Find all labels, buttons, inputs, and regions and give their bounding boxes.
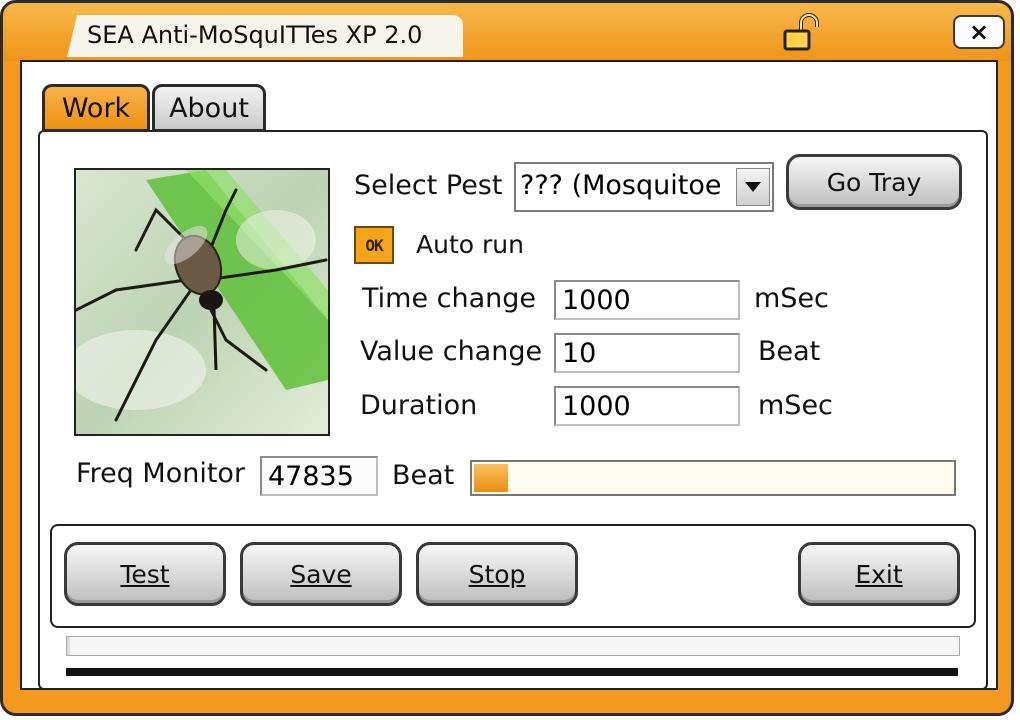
freq-monitor-label: Freq Monitor	[76, 458, 246, 489]
tab-about[interactable]: About	[152, 84, 266, 132]
test-button[interactable]: Test	[64, 542, 226, 606]
bottom-divider	[66, 668, 958, 676]
pest-select[interactable]: ??? (Mosquitoe	[514, 162, 774, 212]
value-change-unit: Beat	[758, 336, 821, 367]
duration-field[interactable]: 1000	[554, 386, 740, 426]
freq-monitor-bar-fill	[474, 464, 508, 492]
chevron-down-icon[interactable]	[736, 168, 770, 206]
window-title: SEA Anti-MoSquITTes XP 2.0	[87, 21, 423, 49]
bottom-progress-fill	[67, 637, 70, 655]
bottom-progress-bar	[66, 636, 960, 656]
tab-work[interactable]: Work	[42, 84, 150, 132]
exit-button[interactable]: Exit	[798, 542, 960, 606]
freq-monitor-bar	[470, 460, 956, 496]
close-icon: ×	[968, 18, 990, 46]
lock-icon[interactable]	[779, 13, 823, 53]
mosquito-image	[74, 168, 330, 436]
duration-label: Duration	[360, 390, 478, 421]
pest-select-value: ??? (Mosquitoe	[520, 170, 722, 201]
value-change-label: Value change	[360, 336, 543, 367]
auto-run-label: Auto run	[416, 230, 524, 259]
stop-button[interactable]: Stop	[416, 542, 578, 606]
go-tray-button[interactable]: Go Tray	[786, 154, 962, 210]
duration-unit: mSec	[758, 390, 833, 421]
time-change-label: Time change	[362, 283, 537, 314]
time-change-field[interactable]: 1000	[554, 280, 740, 320]
auto-run-checkbox[interactable]: OK	[354, 226, 394, 264]
close-button[interactable]: ×	[953, 15, 1005, 49]
save-button[interactable]: Save	[240, 542, 402, 606]
freq-monitor-field: 47835	[260, 456, 378, 496]
time-change-unit: mSec	[754, 283, 829, 314]
value-change-field[interactable]: 10	[554, 333, 740, 373]
select-pest-label: Select Pest	[354, 170, 503, 201]
freq-monitor-unit: Beat	[392, 460, 455, 491]
